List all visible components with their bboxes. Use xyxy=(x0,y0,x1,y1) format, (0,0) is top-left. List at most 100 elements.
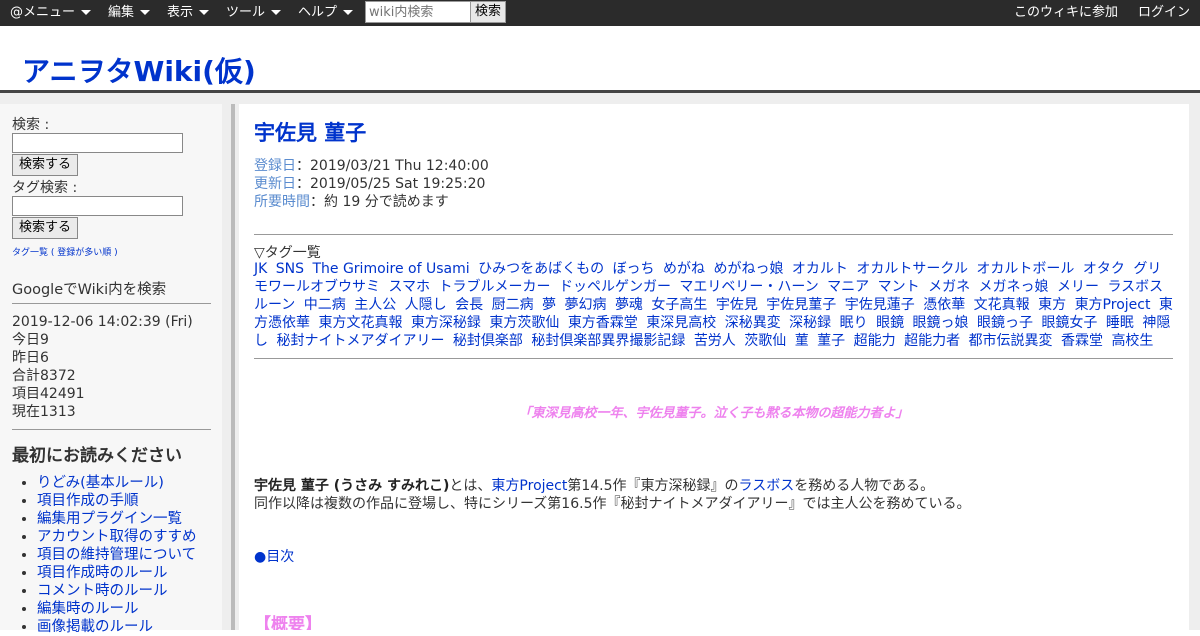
tag-link[interactable]: 東方文花真報 xyxy=(318,315,402,331)
tag-link[interactable]: オカルト xyxy=(792,261,848,277)
tag-link[interactable]: オカルトサークル xyxy=(856,261,968,277)
tags-heading[interactable]: ▽タグ一覧 xyxy=(254,242,321,262)
tag-link[interactable]: ラスボス xyxy=(1107,279,1163,295)
tag-link[interactable]: トラブルメーカー xyxy=(439,279,551,295)
sidebar-link[interactable]: 項目作成時のルール xyxy=(37,565,168,581)
tag-link[interactable]: メリー xyxy=(1057,279,1099,295)
menu-help[interactable]: ヘルプ xyxy=(298,0,354,26)
stat-today: 今日9 xyxy=(12,332,49,348)
tag-search-button[interactable]: 検索する xyxy=(12,217,79,239)
tag-link[interactable]: めがね xyxy=(663,261,705,277)
sidebar-link[interactable]: 編集時のルール xyxy=(37,601,139,617)
tag-link[interactable]: 秘封倶楽部 xyxy=(453,333,523,349)
tag-link[interactable]: 深秘異変 xyxy=(725,315,781,331)
reading-value: ：約 19 分で読めます xyxy=(310,194,449,210)
tag-link[interactable]: 深秘録 xyxy=(789,315,831,331)
tag-link[interactable]: ドッペルゲンガー xyxy=(559,279,671,295)
tag-link[interactable]: 宇佐見菫子 xyxy=(766,297,836,313)
tag-link[interactable]: 眼鏡女子 xyxy=(1041,315,1097,331)
tag-link[interactable]: オタク xyxy=(1083,261,1125,277)
sidebar-search-input[interactable] xyxy=(12,133,183,153)
tag-link[interactable]: 夢幻病 xyxy=(564,297,606,313)
tag-link[interactable]: 夢魂 xyxy=(615,297,643,313)
tag-link[interactable]: 文花真報 xyxy=(974,297,1030,313)
tag-link[interactable]: スマホ xyxy=(388,279,430,295)
page-title[interactable]: 宇佐見 菫子 xyxy=(254,117,366,147)
wiki-search-input[interactable] xyxy=(365,1,473,23)
menu-edit[interactable]: 編集 xyxy=(108,0,151,26)
sidebar-link[interactable]: 画像掲載のルール xyxy=(37,619,153,635)
tag-link[interactable]: 茨歌仙 xyxy=(744,333,786,349)
tag-link[interactable]: 苦労人 xyxy=(694,333,736,349)
menu-tools[interactable]: ツール xyxy=(226,0,282,26)
sidebar-link[interactable]: コメント時のルール xyxy=(37,583,168,599)
tag-link[interactable]: 東方香霖堂 xyxy=(568,315,638,331)
tag-link[interactable]: 夢 xyxy=(542,297,556,313)
tag-link[interactable]: オカルトボール xyxy=(976,261,1074,277)
tag-search-label: タグ検索 : xyxy=(12,180,78,196)
tag-link[interactable]: マント xyxy=(878,279,920,295)
tag-link[interactable]: 東方 xyxy=(1038,297,1066,313)
meta-updated: 更新日：2019/05/25 Sat 19:25:20 xyxy=(254,173,485,193)
tag-link[interactable]: ルーン xyxy=(254,297,295,313)
sidebar-link[interactable]: 項目の維持管理について xyxy=(37,547,196,563)
tag-link[interactable]: 菫子 xyxy=(817,333,845,349)
tag-link[interactable]: 秘封ナイトメアダイアリー xyxy=(276,333,444,349)
tag-link[interactable]: ひみつをあばくもの xyxy=(478,261,604,277)
tag-link[interactable]: 人隠し xyxy=(405,297,447,313)
tag-link[interactable]: 眠り xyxy=(840,315,868,331)
sidebar-link[interactable]: 編集用プラグイン一覧 xyxy=(37,511,182,527)
tag-link[interactable]: ぼっち xyxy=(613,261,655,277)
join-wiki-link[interactable]: このウィキに参加 xyxy=(1014,0,1118,26)
tag-link[interactable]: 眼鏡っ娘 xyxy=(913,315,969,331)
tag-link[interactable]: 女子高生 xyxy=(651,297,707,313)
tag-link[interactable]: 東深見高校 xyxy=(646,315,716,331)
tag-link[interactable]: 秘封倶楽部異界撮影記録 xyxy=(531,333,685,349)
sidebar-search-button[interactable]: 検索する xyxy=(12,154,79,176)
site-title[interactable]: アニヲタWiki(仮) xyxy=(22,50,256,90)
tag-link[interactable]: JK xyxy=(254,261,267,277)
tag-link[interactable]: 厨二病 xyxy=(492,297,534,313)
tag-link[interactable]: 東方深秘録 xyxy=(411,315,481,331)
tag-link[interactable]: 宇佐見蓮子 xyxy=(845,297,915,313)
touhou-project-link[interactable]: 東方Project xyxy=(491,478,567,494)
tag-link[interactable]: 中二病 xyxy=(304,297,346,313)
tag-link[interactable]: マニア xyxy=(827,279,869,295)
updated-label: 更新日 xyxy=(254,176,296,192)
google-search-link[interactable]: GoogleでWiki内を検索 xyxy=(12,278,166,299)
tag-link[interactable]: SNS xyxy=(276,261,304,277)
tag-link[interactable]: 東方Project xyxy=(1075,297,1151,313)
tag-link[interactable]: 超能力 xyxy=(854,333,896,349)
tag-list-popular-link[interactable]: ( 登録が多い順 ) xyxy=(51,248,118,258)
tag-link[interactable]: 超能力者 xyxy=(904,333,960,349)
tag-link[interactable]: めがねっ娘 xyxy=(713,261,783,277)
tag-link[interactable]: 憑依華 xyxy=(923,297,965,313)
tag-link[interactable]: マエリベリー・ハーン xyxy=(679,279,818,295)
toc-link[interactable]: ●目次 xyxy=(254,546,294,566)
wiki-search-button[interactable]: 検索 xyxy=(470,1,507,23)
tag-link[interactable]: 菫 xyxy=(795,333,809,349)
sidebar-link[interactable]: りどみ(基本ルール) xyxy=(37,475,164,491)
login-link[interactable]: ログイン xyxy=(1138,0,1190,26)
tag-link[interactable]: メガネ xyxy=(928,279,970,295)
sidebar-link[interactable]: 項目作成の手順 xyxy=(37,493,139,509)
tag-link[interactable]: 眼鏡 xyxy=(876,315,904,331)
tag-link[interactable]: 高校生 xyxy=(1111,333,1153,349)
menu-view[interactable]: 表示 xyxy=(167,0,210,26)
tag-link[interactable]: The Grimoire of Usami xyxy=(312,261,469,277)
last-boss-link[interactable]: ラスボス xyxy=(739,478,795,494)
tag-link[interactable]: 主人公 xyxy=(354,297,396,313)
tag-link[interactable]: 眼鏡っ子 xyxy=(977,315,1033,331)
tag-link[interactable]: 宇佐見 xyxy=(716,297,758,313)
tag-link[interactable]: 香霖堂 xyxy=(1061,333,1103,349)
caret-down-icon xyxy=(343,10,354,15)
tag-link[interactable]: 都市伝説異変 xyxy=(969,333,1053,349)
tag-link[interactable]: 会長 xyxy=(455,297,483,313)
tag-search-input[interactable] xyxy=(12,196,183,216)
tag-link[interactable]: 東方茨歌仙 xyxy=(489,315,559,331)
sidebar-link[interactable]: アカウント取得のすすめ xyxy=(37,529,197,545)
tag-link[interactable]: 睡眠 xyxy=(1106,315,1134,331)
menu-at[interactable]: @メニュー xyxy=(10,0,92,26)
tag-list-link[interactable]: タグ一覧 xyxy=(12,248,48,258)
tag-link[interactable]: メガネっ娘 xyxy=(979,279,1049,295)
